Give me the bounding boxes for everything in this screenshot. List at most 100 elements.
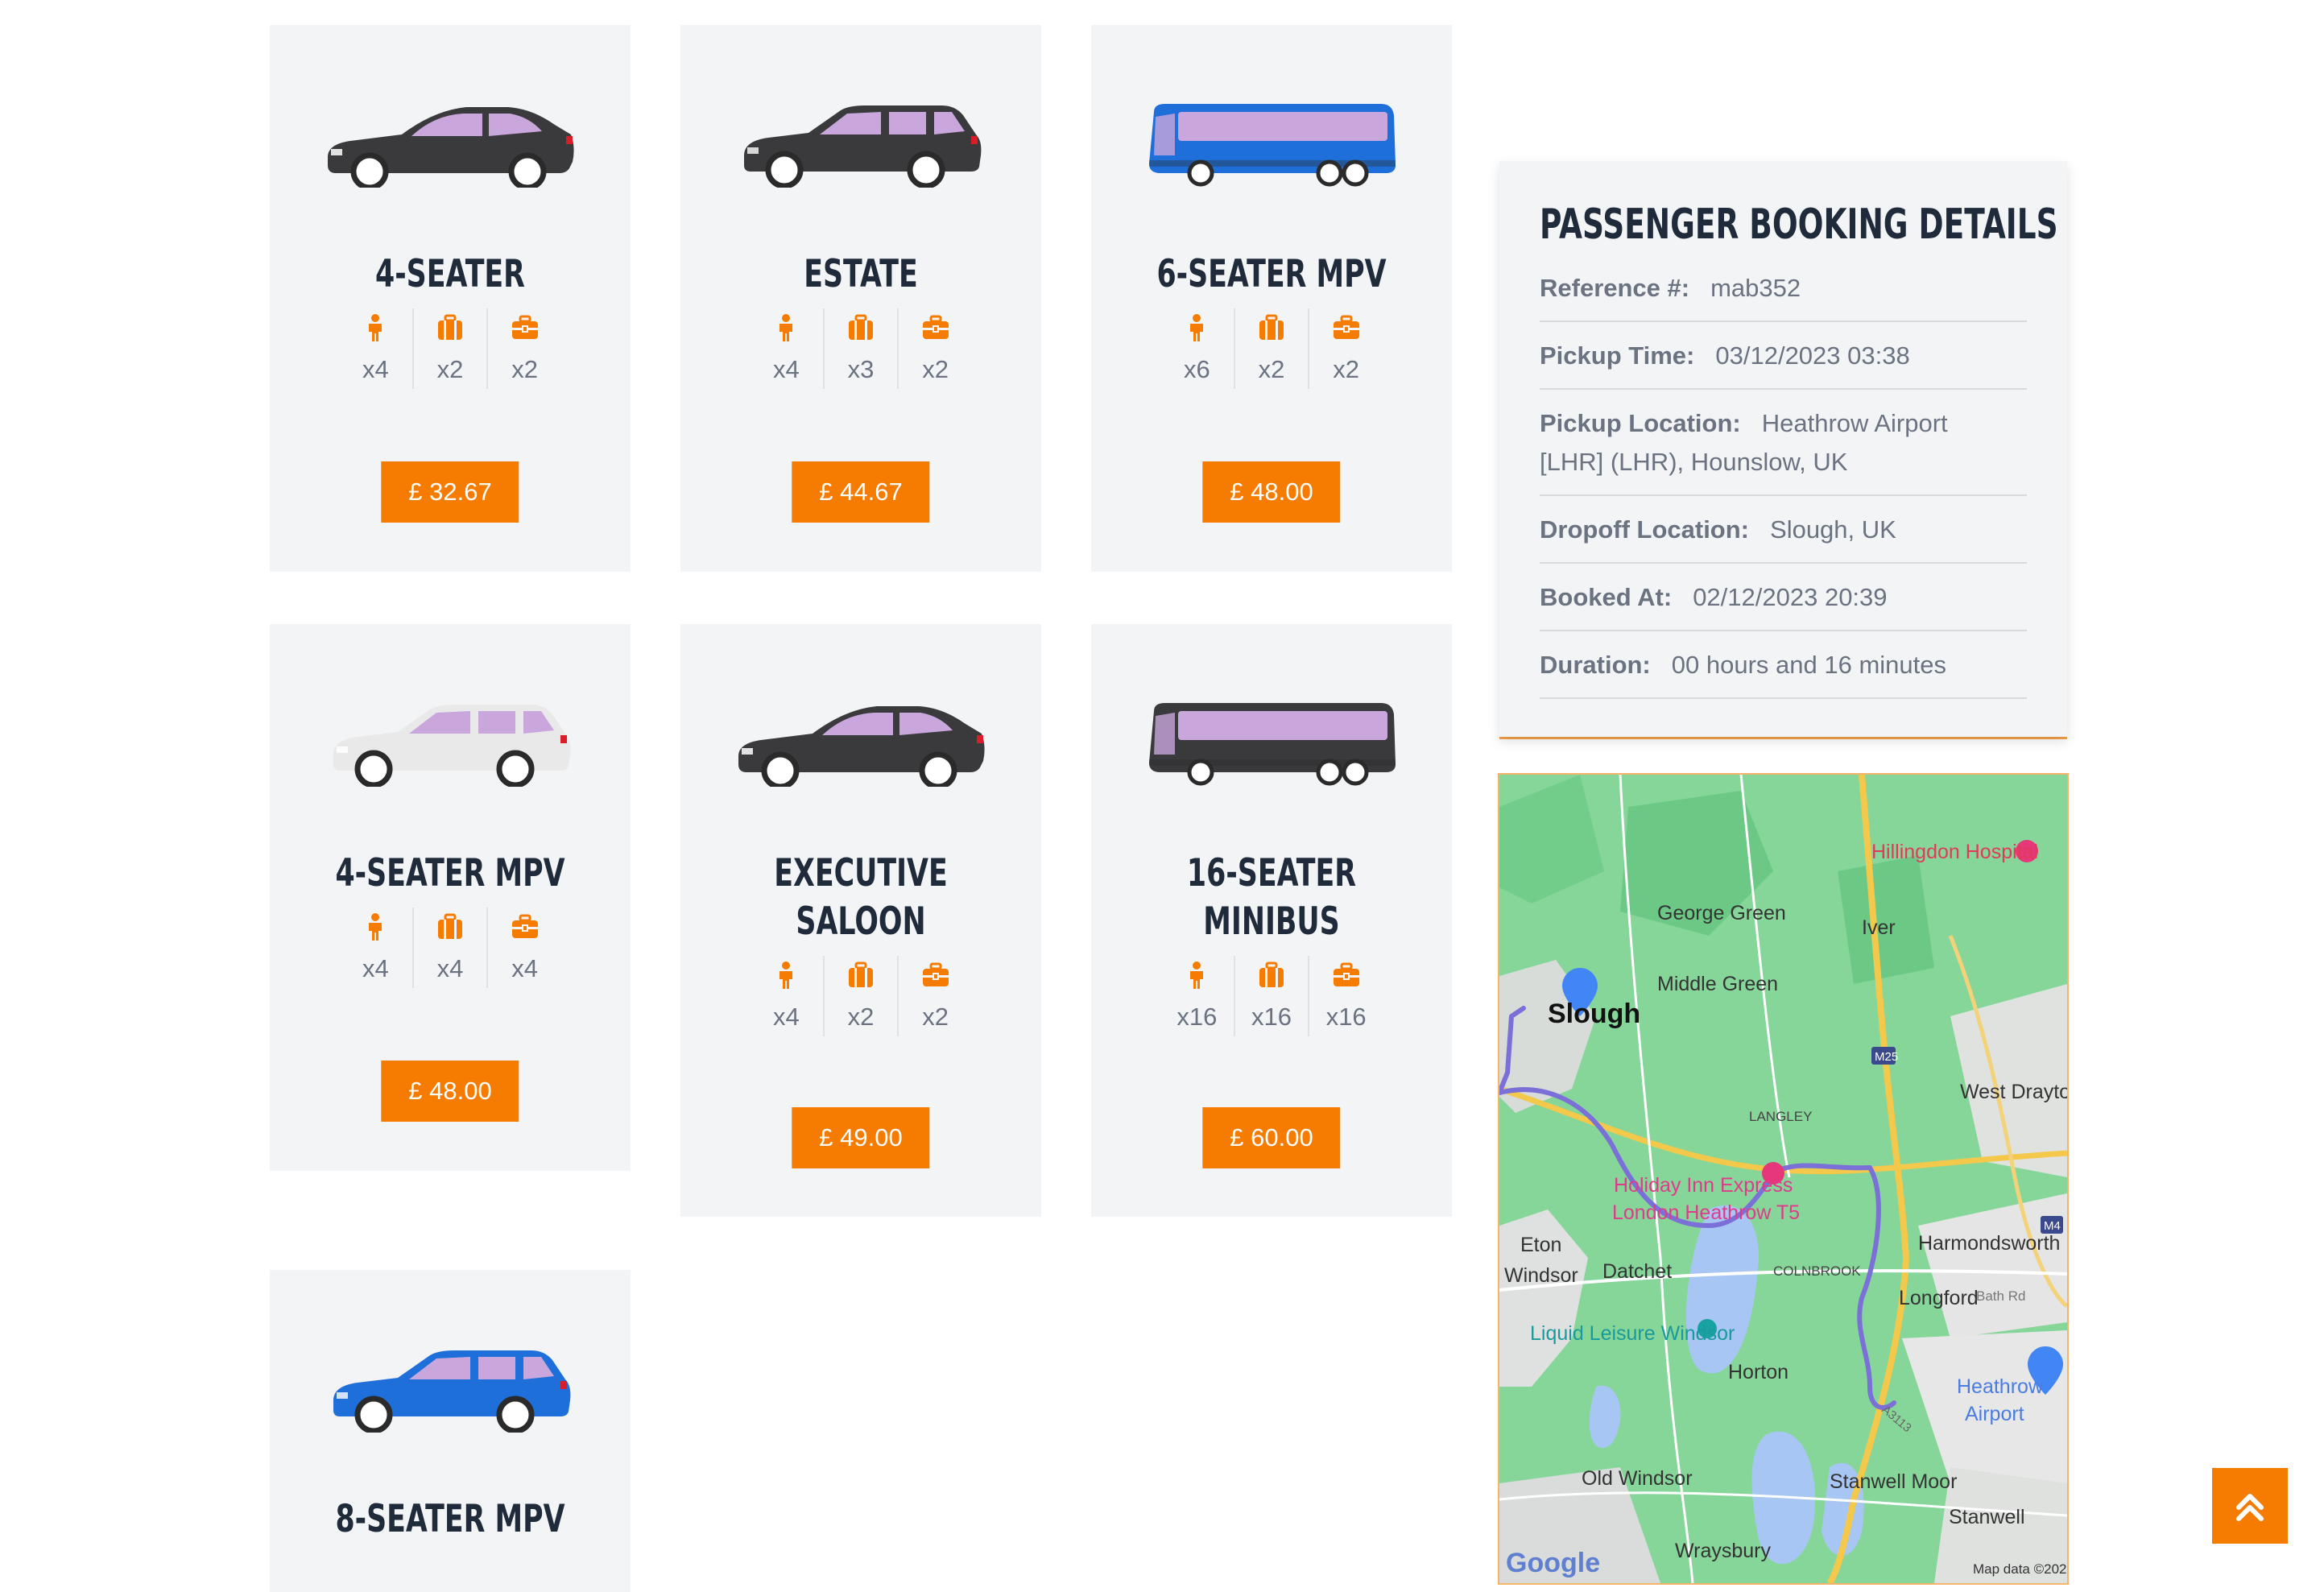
person-icon [777, 959, 795, 991]
vehicle-capacity: x4 x2 x2 [339, 308, 561, 389]
pickup-time-value: 03/12/2023 03:38 [1715, 341, 1910, 370]
vehicle-image [270, 99, 631, 236]
suitcase-icon [847, 959, 875, 991]
bag-capacity: x2 [486, 308, 561, 389]
select-price-button[interactable]: £ 44.67 [792, 461, 930, 523]
bag-capacity: x16 [1308, 956, 1383, 1036]
map-label-harmondsworth: Harmondsworth [1918, 1232, 2060, 1255]
passenger-capacity: x4 [339, 308, 412, 389]
vehicle-capacity: x4 x2 x2 [750, 956, 972, 1036]
dropoff-location-label: Dropoff Location: [1540, 515, 1750, 544]
vehicle-name: ESTATE [804, 252, 918, 296]
vehicle-image [270, 1344, 631, 1481]
map-label-liquid-leisure: Liquid Leisure Windsor [1530, 1322, 1735, 1345]
map-label-middle-green: Middle Green [1657, 973, 1778, 995]
select-price-button[interactable]: £ 48.00 [1202, 461, 1341, 523]
vehicle-name: 4-SEATER [375, 252, 525, 296]
map-label-iver: Iver [1862, 916, 1896, 939]
duration-label: Duration: [1540, 651, 1651, 679]
suitcase-capacity: x4 [411, 908, 487, 988]
select-price-button[interactable]: £ 60.00 [1202, 1107, 1341, 1168]
vehicle-card[interactable]: ESTATE x4 x3 x2 £ 44.67 [680, 25, 1041, 572]
suitcase-icon [436, 312, 464, 344]
reference-label: Reference #: [1540, 274, 1690, 302]
vehicle-name: 4-SEATER MPV [335, 851, 565, 895]
dropoff-location-row: Dropoff Location: Slough, UK [1540, 496, 2027, 564]
map-label-eton: Eton [1520, 1234, 1561, 1256]
dropoff-location-value: Slough, UK [1770, 515, 1896, 544]
suitcase-icon [436, 911, 464, 943]
map-label-hotel-1: Holiday Inn Express [1614, 1174, 1793, 1197]
person-icon [1188, 312, 1205, 344]
passenger-capacity: x4 [339, 908, 412, 988]
person-icon [777, 312, 795, 344]
vehicle-card[interactable]: EXECUTIVE SALOON x4 x2 x2 £ 49.00 [680, 624, 1041, 1217]
map-label-stanwell: Stanwell [1949, 1506, 2025, 1528]
double-chevron-up-icon [2236, 1494, 2264, 1521]
vehicle-name: EXECUTIVE SALOON [774, 851, 948, 944]
map-label-hotel-2: London Heathrow T5 [1612, 1201, 1800, 1224]
map-label-old-windsor: Old Windsor [1582, 1467, 1693, 1490]
vehicle-capacity: x16 x16 x16 [1160, 956, 1383, 1036]
reference-value: mab352 [1710, 274, 1801, 302]
map-label-hillingdon: Hillingdon Hospital [1871, 841, 2038, 863]
booked-at-value: 02/12/2023 20:39 [1693, 583, 1888, 611]
bag-capacity: x2 [1308, 308, 1383, 389]
vehicle-card[interactable]: 8-SEATER MPV [270, 1270, 631, 1592]
person-icon [366, 312, 384, 344]
reference-row: Reference #: mab352 [1540, 254, 2027, 322]
vehicle-name: 8-SEATER MPV [335, 1497, 565, 1541]
suitcase-icon [847, 312, 875, 344]
vehicle-image [680, 698, 1041, 835]
person-icon [1188, 959, 1205, 991]
pickup-time-label: Pickup Time: [1540, 341, 1695, 370]
pickup-location-value: Heathrow Airport [1761, 409, 1948, 437]
vehicle-card[interactable]: 4-SEATER x4 x2 x2 £ 32.67 [270, 25, 631, 572]
vehicle-card[interactable]: 16-SEATER MINIBUS x16 x16 x16 £ 60.00 [1091, 624, 1452, 1217]
map-attribution: Map data ©2023 [1973, 1561, 2067, 1577]
briefcase-icon [921, 959, 950, 991]
scroll-to-top-button[interactable] [2212, 1468, 2288, 1544]
person-icon [366, 911, 384, 943]
select-price-button[interactable]: £ 32.67 [381, 461, 519, 523]
passenger-capacity: x4 [750, 308, 823, 389]
briefcase-icon [1332, 959, 1361, 991]
select-price-button[interactable]: £ 49.00 [792, 1107, 930, 1168]
route-map[interactable]: George Green Iver Middle Green Slough Hi… [1499, 775, 2067, 1583]
map-label-m4: M4 [2044, 1219, 2061, 1233]
duration-value: 00 hours and 16 minutes [1671, 651, 1946, 679]
passenger-capacity: x16 [1160, 956, 1234, 1036]
bag-capacity: x4 [486, 908, 561, 988]
map-label-stanwell-moor: Stanwell Moor [1830, 1470, 1957, 1493]
google-logo: Google [1506, 1548, 1600, 1578]
vehicle-capacity: x4 x3 x2 [750, 308, 972, 389]
booking-details-panel: PASSENGER BOOKING DETAILS Reference #: ma… [1499, 161, 2067, 737]
bag-capacity: x2 [897, 308, 972, 389]
briefcase-icon [511, 312, 540, 344]
vehicle-image [1091, 99, 1452, 236]
booking-details-title: PASSENGER BOOKING DETAILS [1540, 201, 2058, 249]
suitcase-icon [1258, 959, 1285, 991]
vehicle-name: 6-SEATER MPV [1156, 252, 1387, 296]
vehicle-card[interactable]: 4-SEATER MPV x4 x4 x4 £ 48.00 [270, 624, 631, 1171]
suitcase-capacity: x3 [822, 308, 898, 389]
map-label-west-drayton: West Drayton [1960, 1081, 2067, 1103]
map-label-windsor: Windsor [1504, 1264, 1578, 1287]
vehicle-capacity: x4 x4 x4 [339, 908, 561, 988]
duration-row: Duration: 00 hours and 16 minutes [1540, 631, 2027, 699]
briefcase-icon [1332, 312, 1361, 344]
map-canvas[interactable]: George Green Iver Middle Green Slough Hi… [1499, 775, 2067, 1583]
map-label-horton: Horton [1728, 1361, 1788, 1383]
suitcase-icon [1258, 312, 1285, 344]
map-label-wraysbury: Wraysbury [1675, 1540, 1772, 1562]
suitcase-capacity: x2 [411, 308, 487, 389]
select-price-button[interactable]: £ 48.00 [381, 1061, 519, 1122]
vehicle-card[interactable]: 6-SEATER MPV x6 x2 x2 £ 48.00 [1091, 25, 1452, 572]
pickup-time-row: Pickup Time: 03/12/2023 03:38 [1540, 322, 2027, 390]
map-label-colnbrook: COLNBROOK [1773, 1263, 1861, 1279]
bag-capacity: x2 [897, 956, 972, 1036]
suitcase-capacity: x2 [822, 956, 898, 1036]
briefcase-icon [511, 911, 540, 943]
pickup-location-value-line2: [LHR] (LHR), Hounslow, UK [1540, 448, 1848, 476]
vehicle-name: 16-SEATER MINIBUS [1186, 851, 1357, 944]
